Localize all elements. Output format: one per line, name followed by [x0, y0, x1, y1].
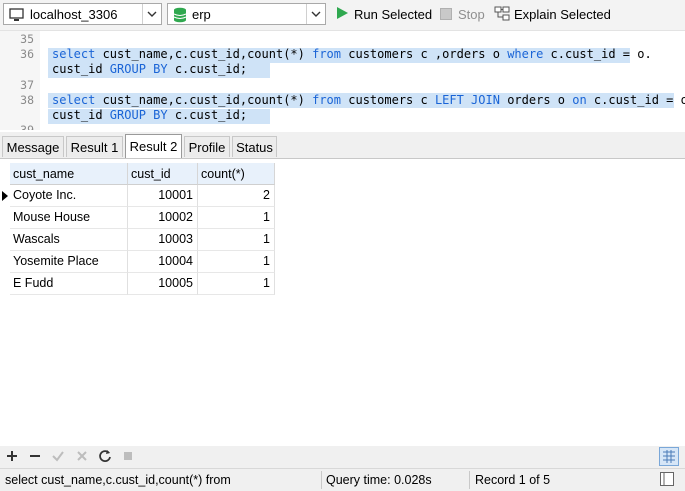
sql-keyword: select	[52, 47, 96, 62]
stop-icon[interactable]	[121, 449, 135, 466]
column-header-cust-id[interactable]: cust_id	[128, 163, 198, 185]
result-tabs: Message Result 1 Result 2 Profile Status	[0, 132, 685, 159]
sql-keyword: from	[312, 47, 342, 62]
form-view-icon[interactable]	[660, 472, 674, 489]
database-icon	[173, 7, 187, 26]
sql-text: c.cust_id = o.	[543, 47, 652, 62]
line-number: 36	[20, 47, 34, 62]
sql-text: cust_name,c.cust_id,count(*)	[95, 47, 313, 62]
cell-count[interactable]: 2	[198, 185, 275, 207]
sql-text: cust_name,c.cust_id,count(*)	[95, 92, 313, 107]
record-navigator	[0, 446, 685, 468]
sql-text: customers c	[341, 92, 435, 107]
cell-cust-id[interactable]: 10004	[128, 251, 198, 273]
toolbar: localhost_3306 erp Run Selected Stop Exp…	[0, 0, 685, 31]
tab-result-1[interactable]: Result 1	[66, 136, 123, 157]
database-name: erp	[192, 7, 211, 22]
column-header-cust-name[interactable]: cust_name	[10, 163, 128, 185]
discard-icon[interactable]	[75, 449, 89, 466]
sql-keyword: select	[52, 92, 96, 107]
connection-select[interactable]: localhost_3306	[3, 3, 162, 25]
current-row-indicator-icon	[0, 185, 10, 207]
cell-count[interactable]: 1	[198, 229, 275, 251]
code-line[interactable]: select cust_name,c.cust_id,count(*) from…	[52, 93, 685, 107]
add-record-icon[interactable]	[5, 449, 19, 466]
cell-cust-id[interactable]: 10002	[128, 207, 198, 229]
explain-selected-label: Explain Selected	[514, 7, 611, 22]
database-select[interactable]: erp	[167, 3, 326, 25]
run-selected-label: Run Selected	[354, 7, 433, 22]
stop-icon	[440, 6, 452, 23]
sql-keyword: GROUP BY	[109, 108, 168, 122]
sql-keyword: from	[312, 92, 342, 107]
code-line[interactable]: select cust_name,c.cust_id,count(*) from…	[52, 47, 652, 61]
status-divider	[321, 471, 322, 489]
sql-keyword: GROUP BY	[109, 62, 168, 77]
cell-count[interactable]: 1	[198, 273, 275, 295]
cell-cust-name[interactable]: E Fudd	[10, 273, 128, 295]
sql-text: orders o	[499, 92, 573, 107]
play-icon	[336, 6, 349, 23]
tab-profile[interactable]: Profile	[184, 136, 230, 157]
cell-cust-name[interactable]: Yosemite Place	[10, 251, 128, 273]
connection-icon	[9, 7, 24, 25]
sql-text: c.cust_id;	[167, 108, 248, 122]
cell-cust-name[interactable]: Coyote Inc.	[10, 185, 128, 207]
code-line[interactable]: cust_id GROUP BY c.cust_id;	[52, 62, 247, 76]
line-number: 35	[20, 32, 34, 46]
sql-keyword: on	[572, 92, 587, 107]
tab-status[interactable]: Status	[232, 136, 277, 157]
sql-keyword: LEFT JOIN	[434, 92, 500, 107]
tab-message[interactable]: Message	[2, 136, 64, 157]
stop-label: Stop	[458, 7, 485, 22]
code-line[interactable]: cust_id GROUP BY c.cust_id;	[52, 108, 247, 122]
line-number: 38	[20, 92, 34, 107]
status-divider	[469, 471, 470, 489]
grid-view-icon[interactable]	[659, 447, 679, 469]
delete-record-icon[interactable]	[28, 449, 42, 466]
chevron-down-icon[interactable]	[142, 4, 161, 24]
sql-text: c.cust_id;	[167, 62, 248, 77]
status-bar: select cust_name,c.cust_id,count(*) from…	[0, 468, 685, 491]
sql-text: cust_id	[52, 108, 110, 122]
cell-cust-id[interactable]: 10005	[128, 273, 198, 295]
tab-result-2[interactable]: Result 2	[125, 134, 182, 158]
explain-icon	[494, 6, 510, 25]
sql-text: cust_id	[52, 62, 110, 77]
status-query-time: Query time: 0.028s	[326, 473, 432, 487]
connection-name: localhost_3306	[30, 7, 118, 22]
sql-editor[interactable]: 35 36 select cust_name,c.cust_id,count(*) …	[0, 31, 685, 130]
sql-text: customers c ,orders o	[341, 47, 508, 62]
column-header-count[interactable]: count(*)	[198, 163, 275, 185]
cell-cust-id[interactable]: 10001	[128, 185, 198, 207]
cell-cust-name[interactable]: Wascals	[10, 229, 128, 251]
sql-text: c.cust_id = o.	[586, 92, 685, 107]
apply-icon[interactable]	[51, 449, 65, 466]
cell-count[interactable]: 1	[198, 207, 275, 229]
cell-cust-name[interactable]: Mouse House	[10, 207, 128, 229]
refresh-icon[interactable]	[98, 449, 112, 466]
cell-cust-id[interactable]: 10003	[128, 229, 198, 251]
cell-count[interactable]: 1	[198, 251, 275, 273]
sql-keyword: where	[507, 47, 544, 62]
line-number: 37	[20, 77, 34, 92]
status-sql: select cust_name,c.cust_id,count(*) from…	[5, 473, 233, 487]
chevron-down-icon[interactable]	[306, 4, 325, 24]
line-number: 39	[0, 123, 34, 130]
status-record: Record 1 of 5	[475, 473, 551, 487]
